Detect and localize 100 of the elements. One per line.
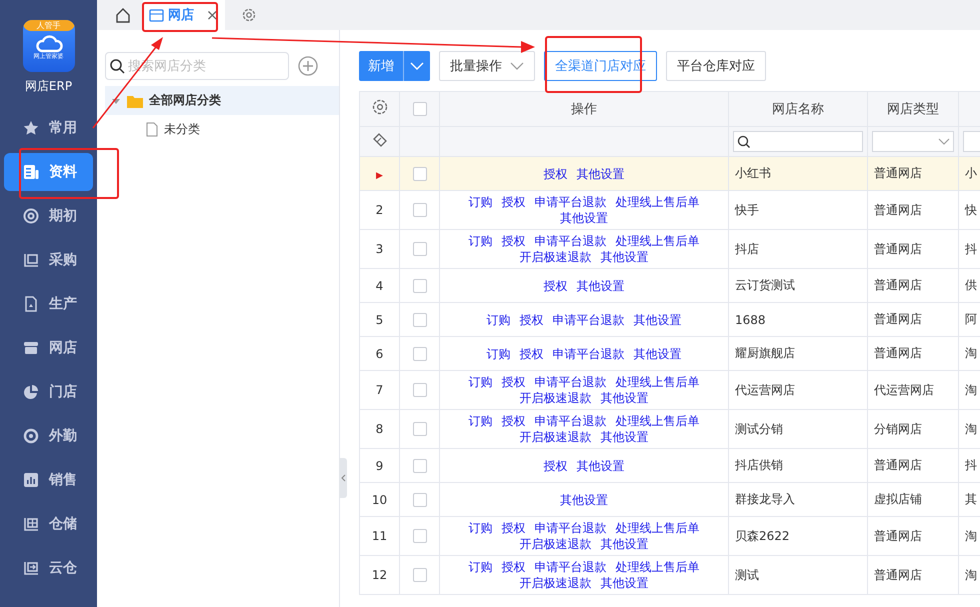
checkbox[interactable]: [412, 102, 426, 116]
table-cell: 代运营网店: [735, 382, 795, 396]
action-link[interactable]: 其他设置: [634, 346, 682, 362]
action-link[interactable]: 授权: [544, 458, 568, 474]
checkbox[interactable]: [412, 458, 426, 473]
settings-icon[interactable]: [370, 98, 388, 116]
close-button[interactable]: ×: [206, 6, 219, 24]
action-link[interactable]: 订购: [468, 520, 492, 536]
nav-item[interactable]: 生产: [4, 285, 93, 323]
action-link[interactable]: 订购: [486, 312, 510, 328]
action-link[interactable]: 其他设置: [560, 210, 608, 226]
action-link[interactable]: 其他设置: [600, 390, 648, 406]
table-cell: 普通网店: [874, 568, 922, 582]
checkbox[interactable]: [412, 568, 426, 582]
checkbox[interactable]: [412, 346, 426, 361]
action-link[interactable]: 处理线上售后单: [616, 233, 700, 249]
action-link[interactable]: 其他设置: [600, 429, 648, 445]
action-link[interactable]: 授权: [502, 413, 526, 429]
eraser-icon[interactable]: [370, 131, 388, 149]
action-link[interactable]: 授权: [502, 233, 526, 249]
target-icon: [23, 428, 39, 444]
action-link[interactable]: 授权: [544, 166, 568, 182]
action-link[interactable]: 申请平台退款: [534, 194, 606, 210]
nav-item[interactable]: 门店: [4, 373, 93, 411]
action-link[interactable]: 其他设置: [600, 249, 648, 265]
checkbox[interactable]: [412, 383, 426, 398]
action-link[interactable]: 授权: [502, 194, 526, 210]
nav-item[interactable]: 采购: [4, 241, 93, 279]
action-link[interactable]: 申请平台退款: [552, 312, 624, 328]
nav-item[interactable]: 销售: [4, 461, 93, 499]
nav-item[interactable]: 网店: [4, 329, 93, 367]
action-link[interactable]: 授权: [520, 312, 544, 328]
action-link[interactable]: 其他设置: [600, 575, 648, 591]
chart-icon: [23, 472, 39, 488]
action-link[interactable]: 订购: [468, 413, 492, 429]
action-link[interactable]: 申请平台退款: [534, 413, 606, 429]
checkbox[interactable]: [412, 312, 426, 327]
checkbox[interactable]: [412, 242, 426, 256]
table-cell: 普通网店: [874, 528, 922, 542]
action-link[interactable]: 开启极速退款: [520, 249, 592, 265]
action-link[interactable]: 申请平台退款: [534, 233, 606, 249]
action-link[interactable]: 订购: [468, 194, 492, 210]
row-number: 3: [376, 242, 384, 256]
action-link[interactable]: 处理线上售后单: [616, 194, 700, 210]
filter-search-field[interactable]: [733, 131, 863, 152]
nav-item[interactable]: 常用: [4, 109, 93, 147]
action-link[interactable]: 其他设置: [576, 278, 624, 294]
batch-dropdown[interactable]: 批量操作: [439, 51, 535, 81]
add-button[interactable]: 新增: [359, 51, 430, 81]
home-icon[interactable]: [115, 7, 131, 23]
action-link[interactable]: 订购: [468, 374, 492, 390]
action-link[interactable]: 开启极速退款: [520, 536, 592, 552]
action-link[interactable]: 授权: [502, 559, 526, 575]
action-link[interactable]: 其他设置: [576, 166, 624, 182]
action-link[interactable]: 处理线上售后单: [616, 374, 700, 390]
action-link[interactable]: 订购: [486, 346, 510, 362]
action-link[interactable]: 处理线上售后单: [616, 559, 700, 575]
action-link[interactable]: 开启极速退款: [520, 429, 592, 445]
checkbox[interactable]: [412, 166, 426, 181]
tree-item[interactable]: 全部网店分类: [105, 86, 339, 115]
action-link[interactable]: 开启极速退款: [520, 575, 592, 591]
checkbox[interactable]: [412, 422, 426, 436]
collapse-handle[interactable]: [339, 458, 347, 498]
action-link[interactable]: 开启极速退款: [520, 390, 592, 406]
action-link[interactable]: 授权: [544, 278, 568, 294]
action-link[interactable]: 申请平台退款: [534, 374, 606, 390]
action-link[interactable]: 授权: [502, 520, 526, 536]
settings-icon[interactable]: [240, 7, 257, 23]
action-link[interactable]: 其他设置: [600, 536, 648, 552]
action-link[interactable]: 处理线上售后单: [616, 413, 700, 429]
search-field[interactable]: 搜索网店分类: [105, 52, 289, 80]
action-link[interactable]: 处理线上售后单: [616, 520, 700, 536]
page-tab[interactable]: 网店 ×: [143, 0, 225, 30]
table-cell: 普通网店: [874, 166, 922, 180]
nav-item[interactable]: 外勤: [4, 417, 93, 455]
table-cell: 普通网店: [874, 202, 922, 216]
action-link[interactable]: 其他设置: [576, 458, 624, 474]
checkbox[interactable]: [412, 203, 426, 218]
action-link[interactable]: 申请平台退款: [552, 346, 624, 362]
nav-item[interactable]: 仓储: [4, 505, 93, 543]
action-link[interactable]: 授权: [520, 346, 544, 362]
action-link[interactable]: 申请平台退款: [534, 520, 606, 536]
nav-item[interactable]: 资料: [4, 153, 93, 191]
row-number: 9: [376, 458, 384, 472]
action-link[interactable]: 申请平台退款: [534, 559, 606, 575]
checkbox[interactable]: [412, 278, 426, 293]
toolbar-button[interactable]: 平台仓库对应: [666, 51, 766, 81]
nav-item[interactable]: 期初: [4, 197, 93, 235]
checkbox[interactable]: [412, 492, 426, 507]
action-link[interactable]: 授权: [502, 374, 526, 390]
action-link[interactable]: 订购: [468, 233, 492, 249]
nav-item[interactable]: 云仓: [4, 549, 93, 587]
tree-item[interactable]: 未分类: [105, 115, 339, 144]
action-link[interactable]: 其他设置: [560, 492, 608, 508]
add-icon[interactable]: [298, 56, 318, 76]
search-icon: [109, 58, 125, 74]
action-link[interactable]: 其他设置: [634, 312, 682, 328]
filter-select[interactable]: [872, 131, 954, 152]
action-link[interactable]: 订购: [468, 559, 492, 575]
checkbox[interactable]: [412, 529, 426, 544]
